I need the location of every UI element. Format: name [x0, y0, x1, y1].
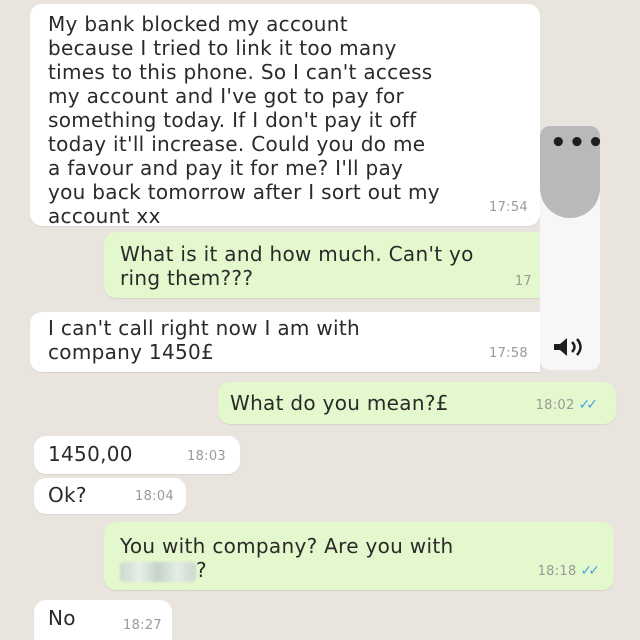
more-options-icon[interactable]: ••• [550, 128, 604, 158]
message-bubble-incoming[interactable]: 1450,00 18:03 [34, 436, 240, 474]
message-bubble-incoming[interactable]: I can't call right now I am with company… [30, 312, 540, 372]
time-label: 18:02 [535, 398, 575, 413]
message-text: I can't call right now I am with company… [48, 316, 360, 364]
media-overlay-panel: ••• [540, 126, 604, 370]
message-time: 18:02 ✓✓ [535, 393, 599, 418]
message-time: 18:04 [135, 489, 174, 504]
time-label: 18:18 [537, 564, 577, 579]
redacted-name [120, 561, 196, 582]
message-time: 17:58 [489, 346, 528, 361]
message-bubble-incoming[interactable]: No 18:27 [34, 600, 172, 640]
message-text: What is it and how much. Can't yo ring t… [120, 242, 474, 290]
message-bubble-outgoing[interactable]: You with company? Are you with ? 18:18 ✓✓ [104, 522, 614, 590]
message-time: 17:54 [489, 200, 528, 215]
message-time: 17 [514, 274, 532, 289]
read-receipt-icon: ✓✓ [578, 397, 599, 413]
message-text: My bank blocked my account because I tri… [48, 12, 440, 228]
message-text-suffix: ? [196, 558, 207, 582]
message-time: 18:27 [123, 618, 162, 633]
panel-handle[interactable]: ••• [540, 126, 604, 218]
message-time: 18:18 ✓✓ [537, 559, 601, 584]
message-time: 18:03 [187, 449, 226, 464]
message-bubble-incoming[interactable]: Ok? 18:04 [34, 478, 186, 514]
read-receipt-icon: ✓✓ [580, 563, 601, 579]
message-bubble-outgoing[interactable]: What is it and how much. Can't yo ring t… [104, 232, 540, 298]
message-bubble-outgoing[interactable]: What do you mean?£ 18:02 ✓✓ [218, 382, 616, 424]
message-text: You with company? Are you with [120, 534, 454, 558]
speaker-icon[interactable] [552, 336, 588, 358]
message-bubble-incoming[interactable]: My bank blocked my account because I tri… [30, 4, 540, 228]
